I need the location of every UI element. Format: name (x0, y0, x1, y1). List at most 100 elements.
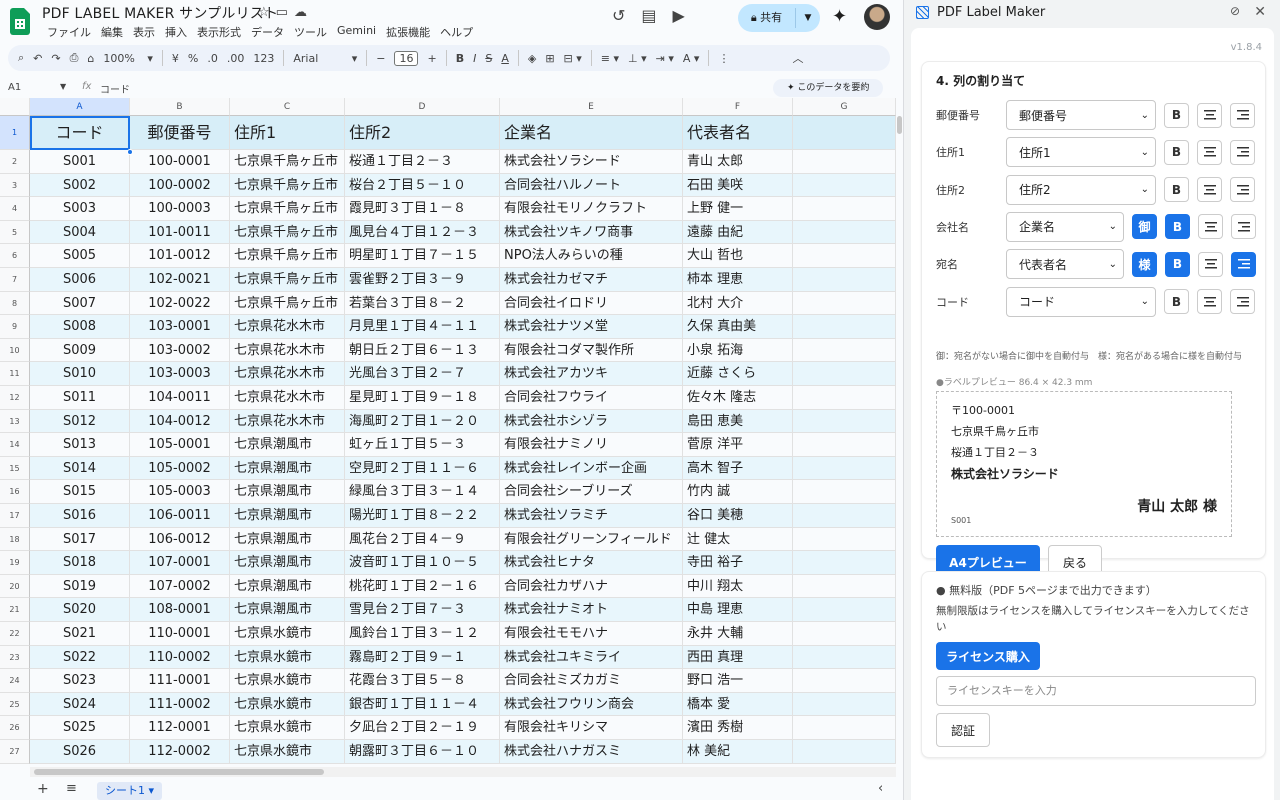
number-format-button[interactable]: 123 (253, 52, 274, 65)
row-header[interactable]: 8 (0, 291, 30, 316)
table-cell[interactable]: 株式会社ソラミチ (500, 504, 683, 528)
column-select[interactable]: 企業名 ⌄ (1006, 211, 1124, 242)
valign-icon[interactable]: ⊥ ▾ (628, 52, 647, 65)
row-header[interactable]: 9 (0, 315, 30, 339)
bold-toggle[interactable]: B (1165, 251, 1190, 277)
table-cell[interactable]: 108-0001 (130, 598, 230, 622)
meet-icon[interactable]: ▶ (673, 6, 685, 25)
row-header[interactable]: 17 (0, 504, 30, 528)
table-cell[interactable]: S009 (30, 338, 130, 363)
align-right-icon[interactable] (1230, 177, 1255, 203)
table-cell[interactable]: 112-0001 (130, 716, 230, 740)
table-cell[interactable] (793, 197, 896, 221)
zoom-select[interactable]: 100% ▾ (103, 52, 152, 65)
italic-icon[interactable]: I (473, 52, 476, 65)
vertical-scroll-thumb[interactable] (897, 116, 902, 134)
table-cell[interactable]: 波音町１丁目１０－５ (345, 551, 500, 575)
table-cell[interactable]: 七京県潮風市 (230, 574, 345, 599)
table-cell[interactable]: 112-0002 (130, 740, 230, 764)
row-header[interactable]: 18 (0, 527, 30, 552)
font-size-decrease-icon[interactable]: − (376, 52, 385, 65)
table-cell[interactable]: 空見町２丁目１１－６ (345, 456, 500, 481)
table-cell[interactable]: 桃花町１丁目２－１６ (345, 574, 500, 599)
table-cell[interactable]: 青山 太郎 (683, 150, 793, 174)
suffix-toggle[interactable]: 御 (1132, 214, 1157, 240)
table-cell[interactable]: 有限会社ナミノリ (500, 433, 683, 457)
table-cell[interactable] (793, 598, 896, 622)
table-cell[interactable] (793, 740, 896, 764)
table-cell[interactable]: 夕凪台２丁目２－１９ (345, 716, 500, 740)
table-cell[interactable]: 風鈴台１丁目３－１２ (345, 622, 500, 646)
table-cell[interactable]: 株式会社ナツメ堂 (500, 315, 683, 339)
table-cell[interactable]: 102-0022 (130, 291, 230, 316)
column-select[interactable]: 住所2 ⌄ (1006, 174, 1156, 205)
column-select[interactable]: 郵便番号 ⌄ (1006, 100, 1156, 130)
table-cell[interactable]: 花霞台３丁目５－８ (345, 669, 500, 693)
table-cell[interactable] (793, 386, 896, 410)
table-cell[interactable]: 103-0002 (130, 338, 230, 363)
table-cell[interactable]: 七京県千鳥ヶ丘市 (230, 244, 345, 268)
row-header[interactable]: 13 (0, 409, 30, 434)
table-cell[interactable]: 合同会社フウライ (500, 386, 683, 410)
table-cell[interactable]: 110-0002 (130, 645, 230, 670)
header-cell[interactable] (793, 116, 896, 150)
menu-gemini[interactable]: Gemini (332, 24, 381, 40)
row-header[interactable]: 16 (0, 480, 30, 504)
table-cell[interactable]: 七京県千鳥ヶ丘市 (230, 268, 345, 292)
table-cell[interactable]: 七京県花水木市 (230, 338, 345, 363)
row-header[interactable]: 5 (0, 220, 30, 245)
horizontal-scroll-thumb[interactable] (34, 769, 324, 775)
folder-icon[interactable]: ▭ (276, 5, 288, 20)
table-cell[interactable]: 107-0002 (130, 574, 230, 599)
table-cell[interactable]: 明星町１丁目７－１５ (345, 244, 500, 268)
table-cell[interactable]: 七京県潮風市 (230, 456, 345, 481)
table-cell[interactable]: 近藤 さくら (683, 362, 793, 386)
table-cell[interactable] (793, 315, 896, 339)
collapse-icon[interactable]: ︿ (792, 50, 803, 66)
table-cell[interactable] (793, 527, 896, 552)
table-cell[interactable]: 有限会社グリーンフィールド (500, 527, 683, 552)
table-cell[interactable]: 竹内 誠 (683, 480, 793, 504)
table-cell[interactable] (793, 669, 896, 693)
table-cell[interactable]: 柿本 理恵 (683, 268, 793, 292)
column-header[interactable]: D (345, 98, 500, 116)
text-color-icon[interactable]: A (501, 52, 509, 65)
table-cell[interactable]: 霧島町２丁目９－１ (345, 645, 500, 670)
table-cell[interactable]: 有限会社コダマ製作所 (500, 338, 683, 363)
decrease-decimal-button[interactable]: .0 (207, 52, 218, 65)
table-cell[interactable]: 100-0003 (130, 197, 230, 221)
table-cell[interactable]: 102-0021 (130, 268, 230, 292)
table-cell[interactable]: 石田 美咲 (683, 173, 793, 198)
rotate-icon[interactable]: A ▾ (683, 52, 700, 65)
select-all-corner[interactable] (0, 98, 30, 116)
table-cell[interactable]: S005 (30, 244, 130, 268)
row-header[interactable]: 24 (0, 669, 30, 693)
row-header[interactable]: 6 (0, 244, 30, 268)
align-center-icon[interactable] (1198, 214, 1223, 240)
verify-button[interactable]: 認証 (936, 713, 990, 747)
table-cell[interactable]: 星見町１丁目９－１８ (345, 386, 500, 410)
table-cell[interactable] (793, 480, 896, 504)
table-cell[interactable]: 七京県水鏡市 (230, 622, 345, 646)
row-header[interactable]: 19 (0, 551, 30, 575)
table-cell[interactable]: 北村 大介 (683, 291, 793, 316)
table-cell[interactable]: S010 (30, 362, 130, 386)
row-header[interactable]: 1 (0, 116, 30, 150)
table-cell[interactable] (793, 622, 896, 646)
align-right-icon[interactable] (1230, 289, 1255, 314)
table-cell[interactable]: 株式会社ユキミライ (500, 645, 683, 670)
column-header[interactable]: A (30, 98, 130, 116)
table-cell[interactable]: 107-0001 (130, 551, 230, 575)
align-center-icon[interactable] (1197, 289, 1222, 314)
suffix-toggle[interactable]: 様 (1132, 251, 1157, 277)
table-cell[interactable]: 菅原 洋平 (683, 433, 793, 457)
table-cell[interactable]: 106-0012 (130, 527, 230, 552)
table-cell[interactable]: 中川 翔太 (683, 574, 793, 599)
table-cell[interactable]: S002 (30, 173, 130, 198)
table-cell[interactable]: 七京県潮風市 (230, 551, 345, 575)
table-cell[interactable]: S026 (30, 740, 130, 764)
header-cell[interactable]: 企業名 (500, 116, 683, 150)
table-cell[interactable]: 105-0001 (130, 433, 230, 457)
buy-license-button[interactable]: ライセンス購入 (936, 642, 1040, 670)
row-header[interactable]: 11 (0, 362, 30, 386)
